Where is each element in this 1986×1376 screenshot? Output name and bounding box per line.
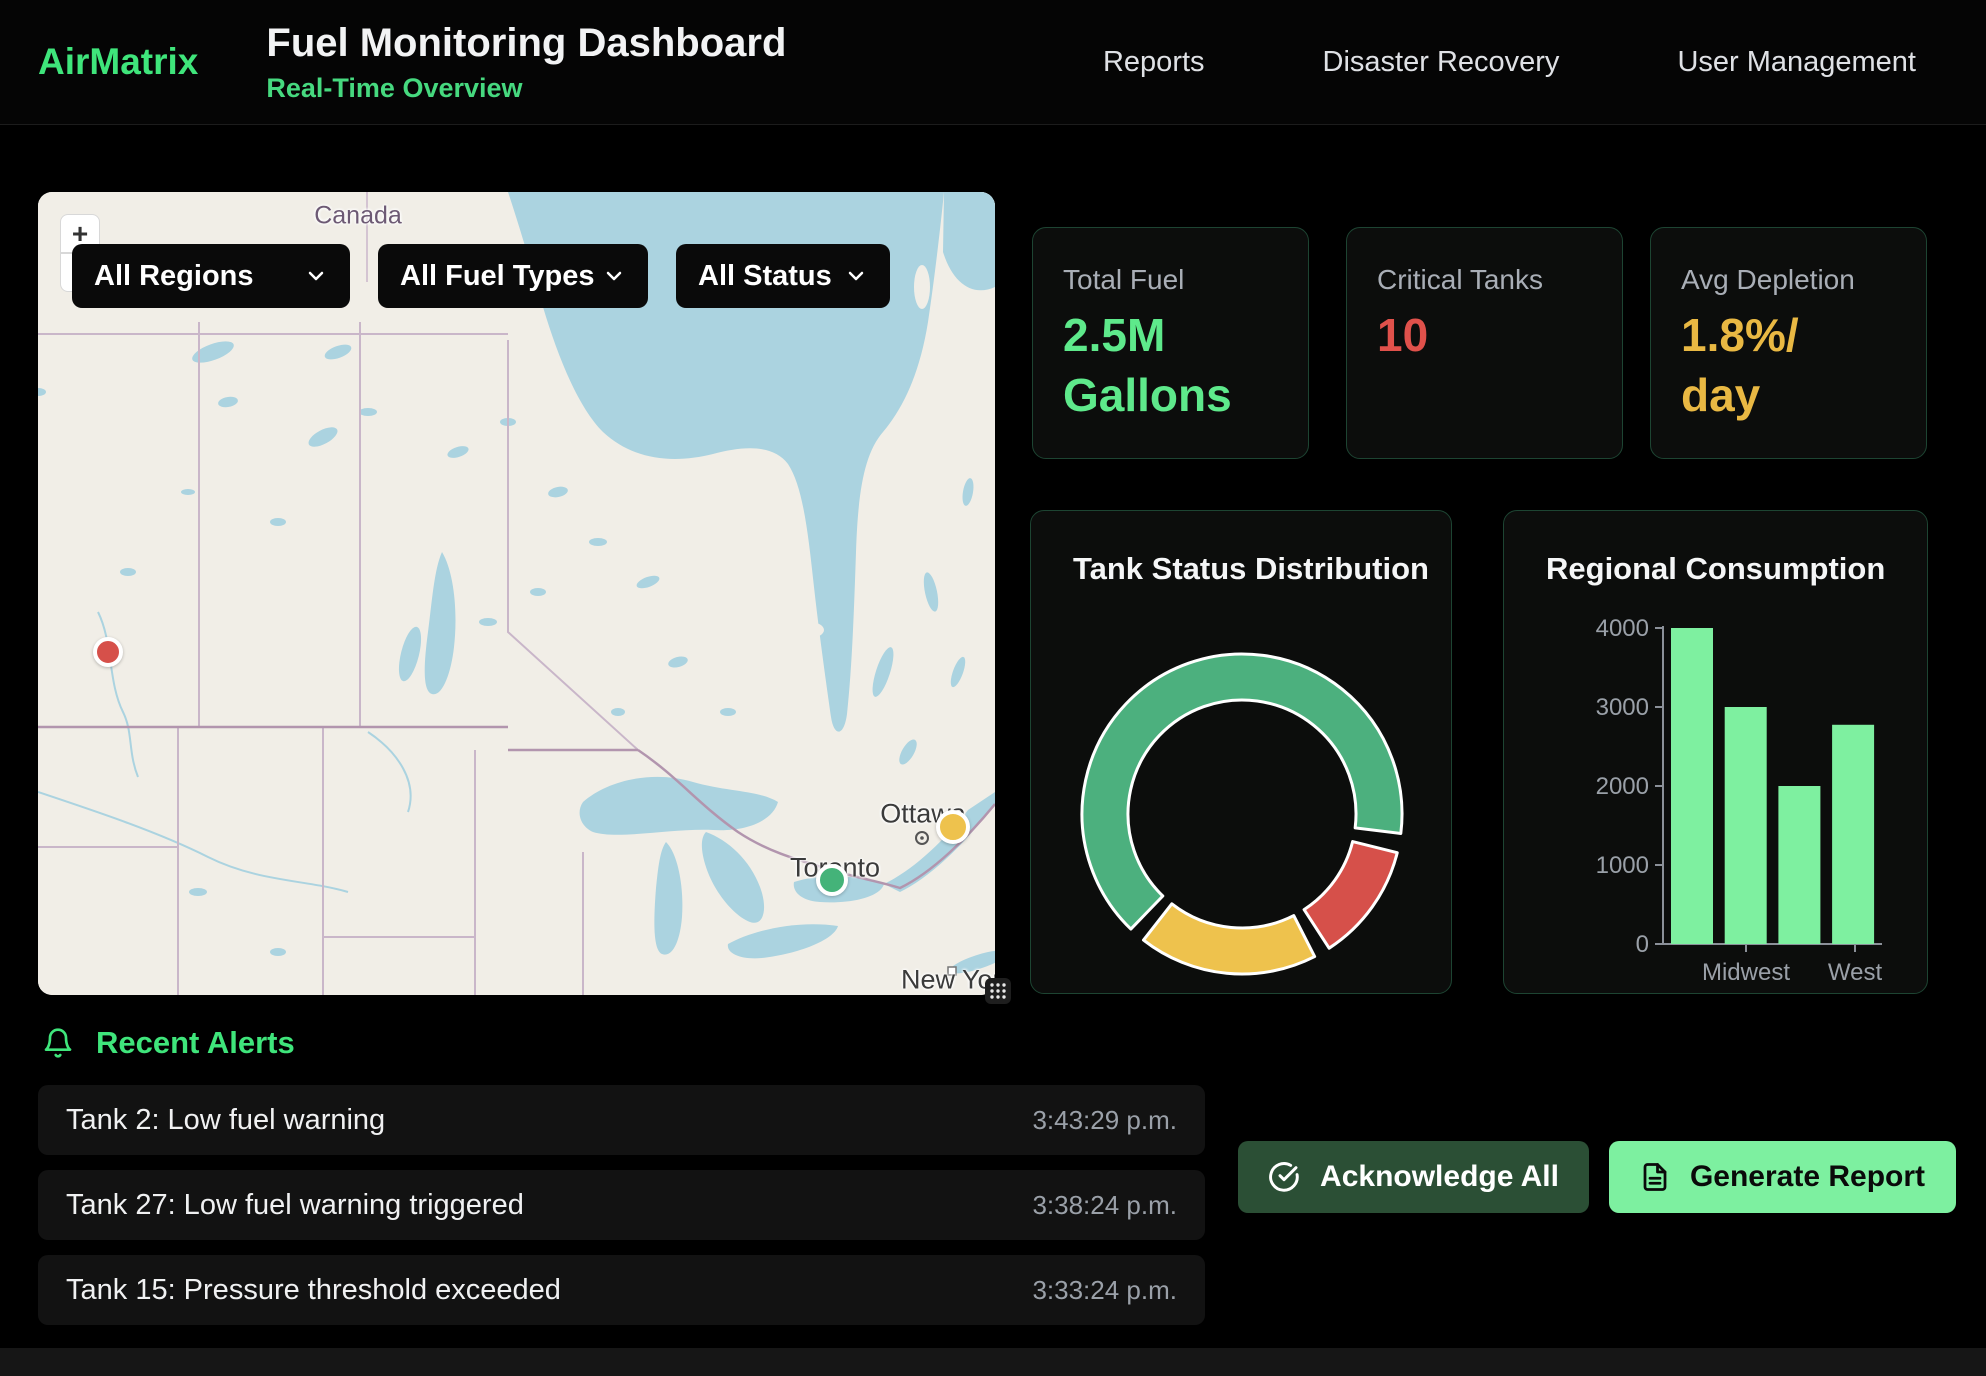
dashboard-root: AirMatrix Fuel Monitoring Dashboard Real…: [0, 0, 1986, 1376]
alert-message: Tank 15: Pressure threshold exceeded: [66, 1274, 561, 1307]
stat-label: Total Fuel: [1063, 264, 1308, 296]
stat-value: 1.8%/: [1681, 309, 1799, 361]
bottom-bar: [0, 1348, 1986, 1376]
status-filter-value: All Status: [698, 260, 832, 293]
regional-consumption-bar-chart: 4000 3000 2000 1000 0 Midwest West: [1504, 511, 1928, 994]
chevron-down-icon: [844, 264, 868, 288]
page-title: Fuel Monitoring Dashboard: [266, 21, 786, 65]
bar-2: [1778, 786, 1820, 944]
fuel-type-filter-value: All Fuel Types: [400, 260, 594, 293]
stat-card-avg-depletion: Avg Depletion 1.8%/day: [1650, 227, 1927, 459]
page-subtitle: Real-Time Overview: [266, 73, 786, 104]
alert-timestamp: 3:33:24 p.m.: [1032, 1275, 1177, 1306]
tank-marker-warning[interactable]: [936, 810, 970, 844]
regional-consumption-chart-card: Regional Consumption 40003000200010000Mi…: [1503, 510, 1928, 994]
alert-row: Tank 15: Pressure threshold exceeded 3:3…: [38, 1255, 1205, 1325]
tank-marker-normal[interactable]: [816, 864, 848, 896]
stat-label: Avg Depletion: [1681, 264, 1926, 296]
tank-status-donut-chart: [1031, 511, 1452, 994]
generate-report-label: Generate Report: [1690, 1160, 1925, 1194]
bell-icon: [42, 1027, 74, 1059]
stat-value: 2.5M: [1063, 309, 1165, 361]
nav-user-management[interactable]: User Management: [1677, 46, 1916, 79]
status-filter-dropdown[interactable]: All Status: [676, 244, 890, 308]
donut-segment-warning: [1143, 904, 1314, 974]
alert-message: Tank 27: Low fuel warning triggered: [66, 1189, 524, 1222]
bar-1: [1725, 707, 1767, 944]
title-block: Fuel Monitoring Dashboard Real-Time Over…: [266, 21, 786, 104]
svg-text:3000: 3000: [1596, 694, 1649, 721]
svg-text:West: West: [1828, 959, 1883, 986]
tank-status-chart-card: Tank Status Distribution: [1030, 510, 1452, 994]
region-filter-dropdown[interactable]: All Regions: [72, 244, 350, 308]
check-circle-icon: [1268, 1161, 1300, 1193]
map-panel[interactable]: Canada Ottawa Toronto New York − + All R…: [38, 192, 995, 995]
chevron-down-icon: [602, 264, 626, 288]
resize-handle-icon[interactable]: [985, 978, 1011, 1004]
nav-disaster-recovery[interactable]: Disaster Recovery: [1323, 46, 1560, 79]
map-label-new-york: New York: [901, 965, 995, 996]
generate-report-button[interactable]: Generate Report: [1609, 1141, 1956, 1213]
svg-text:Midwest: Midwest: [1702, 959, 1790, 986]
svg-text:1000: 1000: [1596, 852, 1649, 879]
nav-reports[interactable]: Reports: [1103, 46, 1205, 79]
alert-row: Tank 27: Low fuel warning triggered 3:38…: [38, 1170, 1205, 1240]
chevron-down-icon: [304, 264, 328, 288]
alert-timestamp: 3:43:29 p.m.: [1032, 1105, 1177, 1136]
recent-alerts-header: Recent Alerts: [42, 1025, 295, 1061]
acknowledge-all-label: Acknowledge All: [1320, 1160, 1559, 1194]
acknowledge-all-button[interactable]: Acknowledge All: [1238, 1141, 1589, 1213]
stat-card-total-fuel: Total Fuel 2.5MGallons: [1032, 227, 1309, 459]
svg-text:2000: 2000: [1596, 773, 1649, 800]
main-nav: Reports Disaster Recovery User Managemen…: [1103, 46, 1986, 79]
alert-message: Tank 2: Low fuel warning: [66, 1104, 385, 1137]
brand-logo: AirMatrix: [38, 41, 198, 83]
map-label-canada: Canada: [314, 202, 402, 231]
svg-text:0: 0: [1636, 931, 1649, 958]
stat-card-critical-tanks: Critical Tanks 10: [1346, 227, 1623, 459]
tank-marker-critical[interactable]: [93, 637, 123, 667]
header: AirMatrix Fuel Monitoring Dashboard Real…: [0, 0, 1986, 125]
svg-text:4000: 4000: [1596, 615, 1649, 642]
region-filter-value: All Regions: [94, 260, 254, 293]
file-text-icon: [1640, 1162, 1670, 1192]
stat-label: Critical Tanks: [1377, 264, 1622, 296]
bar-3: [1832, 725, 1874, 944]
alert-row: Tank 2: Low fuel warning 3:43:29 p.m.: [38, 1085, 1205, 1155]
donut-segment-critical: [1304, 842, 1397, 949]
bar-0: [1671, 628, 1713, 944]
alert-timestamp: 3:38:24 p.m.: [1032, 1190, 1177, 1221]
recent-alerts-title: Recent Alerts: [96, 1025, 295, 1061]
fuel-type-filter-dropdown[interactable]: All Fuel Types: [378, 244, 648, 308]
map-filters: All Regions All Fuel Types All Status: [72, 244, 890, 308]
stat-value: 10: [1377, 309, 1428, 361]
